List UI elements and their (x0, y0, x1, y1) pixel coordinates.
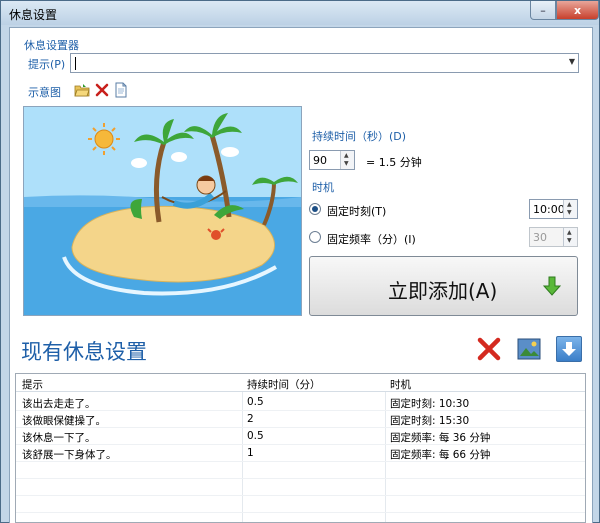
stepper-arrows[interactable]: ▲ ▼ (340, 151, 354, 169)
preview-label: 示意图 (28, 86, 61, 99)
fixed-time-radio[interactable] (309, 203, 321, 215)
cell-hint: 该舒展一下身体了。 (22, 449, 117, 461)
duration-equivalent: = 1.5 分钟 (366, 156, 422, 169)
cell-duration: 2 (247, 413, 254, 425)
fixed-frequency-radio[interactable] (309, 231, 321, 243)
duration-label: 持续时间（秒）(D) (312, 130, 407, 143)
timing-label: 时机 (312, 181, 334, 194)
column-header-timing[interactable]: 时机 (390, 377, 411, 392)
red-x-icon[interactable] (476, 336, 502, 362)
window-title: 休息设置 (9, 8, 58, 22)
fixed-frequency-stepper[interactable]: 30 ▲ ▼ (529, 227, 578, 247)
stepper-arrows[interactable]: ▲ ▼ (563, 228, 577, 246)
green-down-arrow-icon (542, 275, 562, 297)
existing-settings-title: 现有休息设置 (21, 340, 147, 364)
fixed-time-stepper[interactable]: 10:00 ▲ ▼ (529, 199, 578, 219)
column-header-duration[interactable]: 持续时间（分） (247, 377, 321, 392)
close-button[interactable]: x (556, 1, 599, 20)
hint-label: 提示(P) (28, 58, 66, 71)
fixed-frequency-label: 固定频率（分）(I) (327, 233, 416, 246)
cell-hint: 该做眼保健操了。 (22, 415, 106, 427)
cell-hint: 该休息一下了。 (22, 432, 96, 444)
picture-icon[interactable] (516, 337, 542, 361)
duration-stepper[interactable]: 90 ▲ ▼ (309, 150, 355, 170)
add-now-button[interactable]: 立即添加(A) (309, 256, 578, 316)
existing-settings-table[interactable]: 提示 持续时间（分） 时机 该出去走走了。 0.5 固定时刻: 10:30 该做… (15, 373, 586, 523)
table-header: 提示 持续时间（分） 时机 (16, 374, 585, 392)
dialog-content: 休息设置器 提示(P) ▼ 示意图 持续时间（秒）(D) 90 ▲ ▼ = 1.… (9, 27, 593, 523)
preview-image (23, 106, 302, 316)
open-folder-icon[interactable] (74, 82, 90, 98)
fixed-time-label: 固定时刻(T) (327, 205, 387, 218)
minimize-button[interactable]: – (530, 1, 556, 20)
chevron-down-icon[interactable]: ▼ (569, 57, 575, 66)
cell-duration: 0.5 (247, 430, 264, 442)
group-title: 休息设置器 (24, 39, 79, 52)
blue-down-arrow-icon[interactable] (556, 336, 582, 362)
cell-duration: 1 (247, 447, 254, 459)
hint-combobox[interactable]: ▼ (70, 53, 579, 73)
cell-timing: 固定时刻: 10:30 (390, 398, 470, 410)
cell-timing: 固定频率: 每 66 分钟 (390, 449, 491, 461)
document-icon[interactable] (113, 82, 129, 98)
text-caret (75, 57, 76, 70)
stepper-arrows[interactable]: ▲ ▼ (563, 200, 577, 218)
column-header-hint[interactable]: 提示 (22, 377, 43, 392)
settings-window: 休息设置 – x 休息设置器 提示(P) ▼ 示意图 持续时间（秒）(D) 90… (0, 0, 600, 523)
title-bar[interactable]: 休息设置 – x (1, 1, 599, 25)
cell-hint: 该出去走走了。 (22, 398, 96, 410)
delete-x-icon[interactable] (94, 82, 110, 98)
cell-timing: 固定时刻: 15:30 (390, 415, 470, 427)
cell-timing: 固定频率: 每 36 分钟 (390, 432, 491, 444)
cell-duration: 0.5 (247, 396, 264, 408)
